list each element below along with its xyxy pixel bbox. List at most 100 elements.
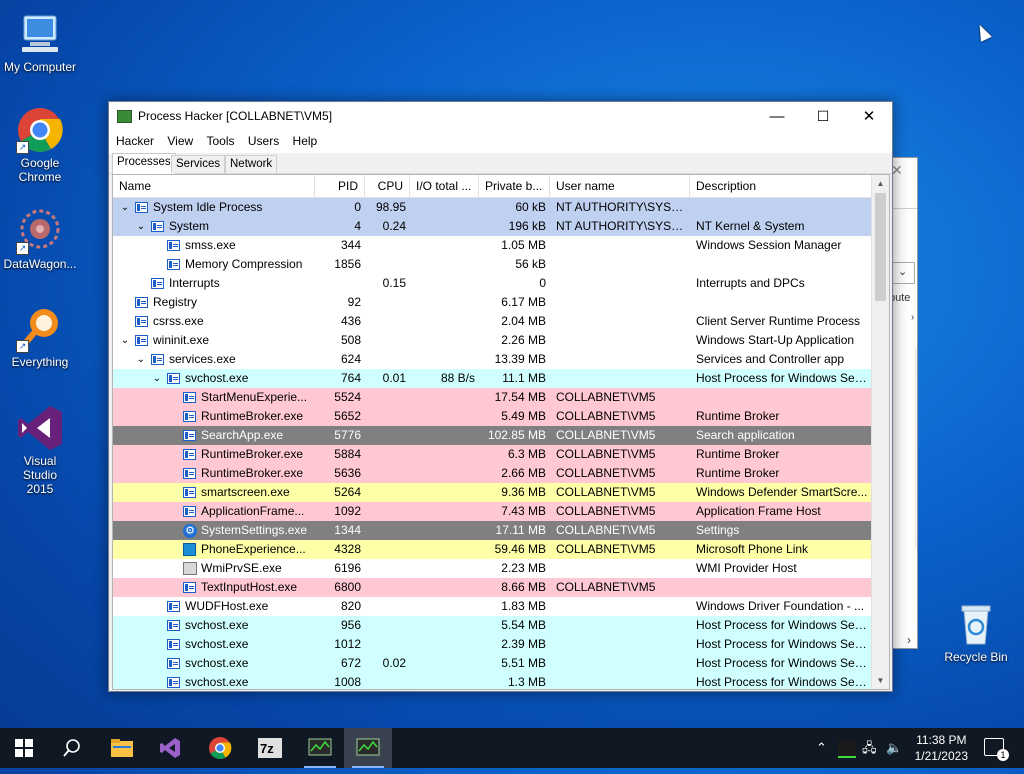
- process-tree-list[interactable]: Name PID CPU I/O total ... Private b... …: [112, 174, 890, 690]
- cell-user: [556, 312, 690, 331]
- expand-toggle-icon[interactable]: ⌄: [119, 331, 131, 350]
- table-row[interactable]: StartMenuExperie... 5524 17.54 MB COLLABNET…: [113, 388, 871, 407]
- table-row[interactable]: smss.exe 344 1.05 MB Windows Session Manage…: [113, 236, 871, 255]
- table-row[interactable]: svchost.exe 956 5.54 MB Host Process for Wi…: [113, 616, 871, 635]
- taskbar-file-explorer[interactable]: [98, 728, 146, 768]
- column-name[interactable]: Name: [113, 175, 315, 197]
- table-row[interactable]: svchost.exe 672 0.02 5.51 MB Host Process fo…: [113, 654, 871, 673]
- tab-processes[interactable]: Processes: [112, 153, 176, 174]
- desktop-icon-my-computer[interactable]: My Computer: [0, 10, 80, 74]
- process-icon: [167, 240, 180, 251]
- tab-services[interactable]: Services: [171, 155, 226, 173]
- network-icon[interactable]: 🖧: [862, 728, 877, 768]
- table-row[interactable]: svchost.exe 1008 1.3 MB Host Process for Wi…: [113, 673, 871, 689]
- desktop-icon-visual-studio[interactable]: Visual Studio 2015: [0, 404, 80, 496]
- table-row[interactable]: RuntimeBroker.exe 5884 6.3 MB COLLABNET\VM5…: [113, 445, 871, 464]
- cell-cpu: 0.15: [382, 276, 406, 290]
- cell-desc: [696, 255, 868, 274]
- cell-io: [410, 578, 479, 597]
- table-row[interactable]: SearchApp.exe 5776 102.85 MB COLLABNET\VM5 S…: [113, 426, 871, 445]
- dropdown[interactable]: ⌄: [891, 262, 915, 284]
- table-row[interactable]: svchost.exe 1012 2.39 MB Host Process for W…: [113, 635, 871, 654]
- expand-toggle-icon[interactable]: ⌄: [135, 217, 147, 236]
- expand-toggle-icon[interactable]: ⌄: [151, 369, 163, 388]
- cell-cpu: [365, 255, 410, 274]
- start-button[interactable]: [0, 728, 48, 768]
- expand-toggle-icon[interactable]: ⌄: [119, 198, 131, 217]
- process-rows: ⌄ System Idle Process 0 98.95 60 kB NT AUTHOR…: [113, 198, 871, 689]
- expand-toggle-icon[interactable]: ⌄: [135, 350, 147, 369]
- menu-help[interactable]: Help: [289, 131, 324, 153]
- process-name: smartscreen.exe: [201, 485, 290, 499]
- menu-users[interactable]: Users: [244, 131, 285, 153]
- process-hacker-tray-icon[interactable]: [838, 740, 856, 758]
- cell-desc: Settings: [696, 523, 740, 537]
- table-row[interactable]: RuntimeBroker.exe 5636 2.66 MB COLLABNET\VM…: [113, 464, 871, 483]
- scroll-thumb[interactable]: [875, 193, 886, 301]
- menu-hacker[interactable]: Hacker: [112, 131, 160, 153]
- vertical-scrollbar[interactable]: ▲ ▼: [871, 175, 889, 689]
- notification-center-icon[interactable]: 1: [984, 738, 1009, 761]
- table-row[interactable]: Interrupts 0.15 0 Interrupts and DPCs: [113, 274, 871, 293]
- title-bar[interactable]: Process Hacker [COLLABNET\VM5] — ☐ ✕: [109, 102, 892, 131]
- cell-cpu: [365, 312, 410, 331]
- cell-user: [556, 274, 690, 293]
- desktop-icon-everything[interactable]: ↗ Everything: [0, 305, 80, 369]
- process-name: WUDFHost.exe: [185, 599, 269, 613]
- search-button[interactable]: [48, 728, 96, 768]
- close-button[interactable]: ✕: [846, 102, 892, 131]
- cell-desc: Services and Controller app: [696, 352, 845, 366]
- maximize-button[interactable]: ☐: [800, 102, 846, 131]
- volume-icon[interactable]: 🔈: [886, 728, 902, 768]
- everything-search-icon: ↗: [16, 305, 64, 353]
- minimize-button[interactable]: —: [754, 102, 800, 131]
- table-row[interactable]: ⌄ System Idle Process 0 98.95 60 kB NT AUTHOR…: [113, 198, 871, 217]
- table-row[interactable]: ⌄ System 4 0.24 196 kB NT AUTHORITY\SYSTEM NT …: [113, 217, 871, 236]
- process-name: StartMenuExperie...: [201, 390, 308, 404]
- menu-tools[interactable]: Tools: [203, 131, 241, 153]
- menu-view[interactable]: View: [163, 131, 199, 153]
- chevron-right-icon[interactable]: ›: [907, 633, 911, 647]
- cell-user: [556, 635, 690, 654]
- cell-cpu: [365, 483, 410, 502]
- table-row[interactable]: WUDFHost.exe 820 1.83 MB Windows Driver Fou…: [113, 597, 871, 616]
- taskbar-7zip[interactable]: 7z: [246, 728, 294, 768]
- table-row[interactable]: ⌄ svchost.exe 764 0.01 88 B/s 11.1 MB Host Pro…: [113, 369, 871, 388]
- table-row[interactable]: smartscreen.exe 5264 9.36 MB COLLABNET\VM5 W…: [113, 483, 871, 502]
- taskbar-visual-studio[interactable]: [146, 728, 194, 768]
- desktop-icon-datawagon[interactable]: ↗ DataWagon...: [0, 207, 80, 271]
- table-row[interactable]: TextInputHost.exe 6800 8.66 MB COLLABNET\VM…: [113, 578, 871, 597]
- table-row[interactable]: PhoneExperience... 4328 59.46 MB COLLABNET\…: [113, 540, 871, 559]
- process-hacker-window[interactable]: Process Hacker [COLLABNET\VM5] — ☐ ✕ Hac…: [108, 101, 893, 692]
- column-pid[interactable]: PID: [315, 175, 365, 197]
- column-private-bytes[interactable]: Private b...: [479, 175, 550, 197]
- desktop-icon-recycle-bin[interactable]: Recycle Bin: [936, 600, 1016, 664]
- process-name: TextInputHost.exe: [201, 580, 298, 594]
- table-row[interactable]: csrss.exe 436 2.04 MB Client Server Runtime…: [113, 312, 871, 331]
- taskbar-chrome[interactable]: [196, 728, 244, 768]
- scroll-up-icon[interactable]: ▲: [872, 175, 889, 192]
- chevron-up-icon[interactable]: ⌃: [816, 728, 827, 768]
- scroll-down-icon[interactable]: ▼: [872, 672, 889, 689]
- cell-pid: 0: [354, 200, 361, 214]
- column-description[interactable]: Description: [690, 175, 871, 197]
- table-row[interactable]: ⌄ services.exe 624 13.39 MB Services and Con…: [113, 350, 871, 369]
- cell-priv: 5.51 MB: [501, 656, 546, 670]
- column-io-total[interactable]: I/O total ...: [410, 175, 479, 197]
- table-row[interactable]: Registry 92 6.17 MB: [113, 293, 871, 312]
- tab-network[interactable]: Network: [225, 155, 278, 173]
- table-row[interactable]: ⚙ SystemSettings.exe 1344 17.11 MB COLLABNET…: [113, 521, 871, 540]
- taskbar-process-hacker[interactable]: [296, 728, 344, 768]
- table-row[interactable]: ⌄ wininit.exe 508 2.26 MB Windows Start-Up A…: [113, 331, 871, 350]
- taskbar-clock[interactable]: 11:38 PM 1/21/2023: [915, 732, 968, 764]
- cell-io: [410, 445, 479, 464]
- column-user-name[interactable]: User name: [550, 175, 690, 197]
- table-row[interactable]: RuntimeBroker.exe 5652 5.49 MB COLLABNET\VM…: [113, 407, 871, 426]
- column-cpu[interactable]: CPU: [365, 175, 410, 197]
- desktop-icon-chrome[interactable]: ↗ Google Chrome: [0, 106, 80, 184]
- taskbar-process-hacker-active[interactable]: [344, 728, 392, 768]
- table-row[interactable]: ApplicationFrame... 1092 7.43 MB COLLABNET\…: [113, 502, 871, 521]
- table-row[interactable]: WmiPrvSE.exe 6196 2.23 MB WMI Provider Host: [113, 559, 871, 578]
- process-icon: [183, 411, 196, 422]
- table-row[interactable]: Memory Compression 1856 56 kB: [113, 255, 871, 274]
